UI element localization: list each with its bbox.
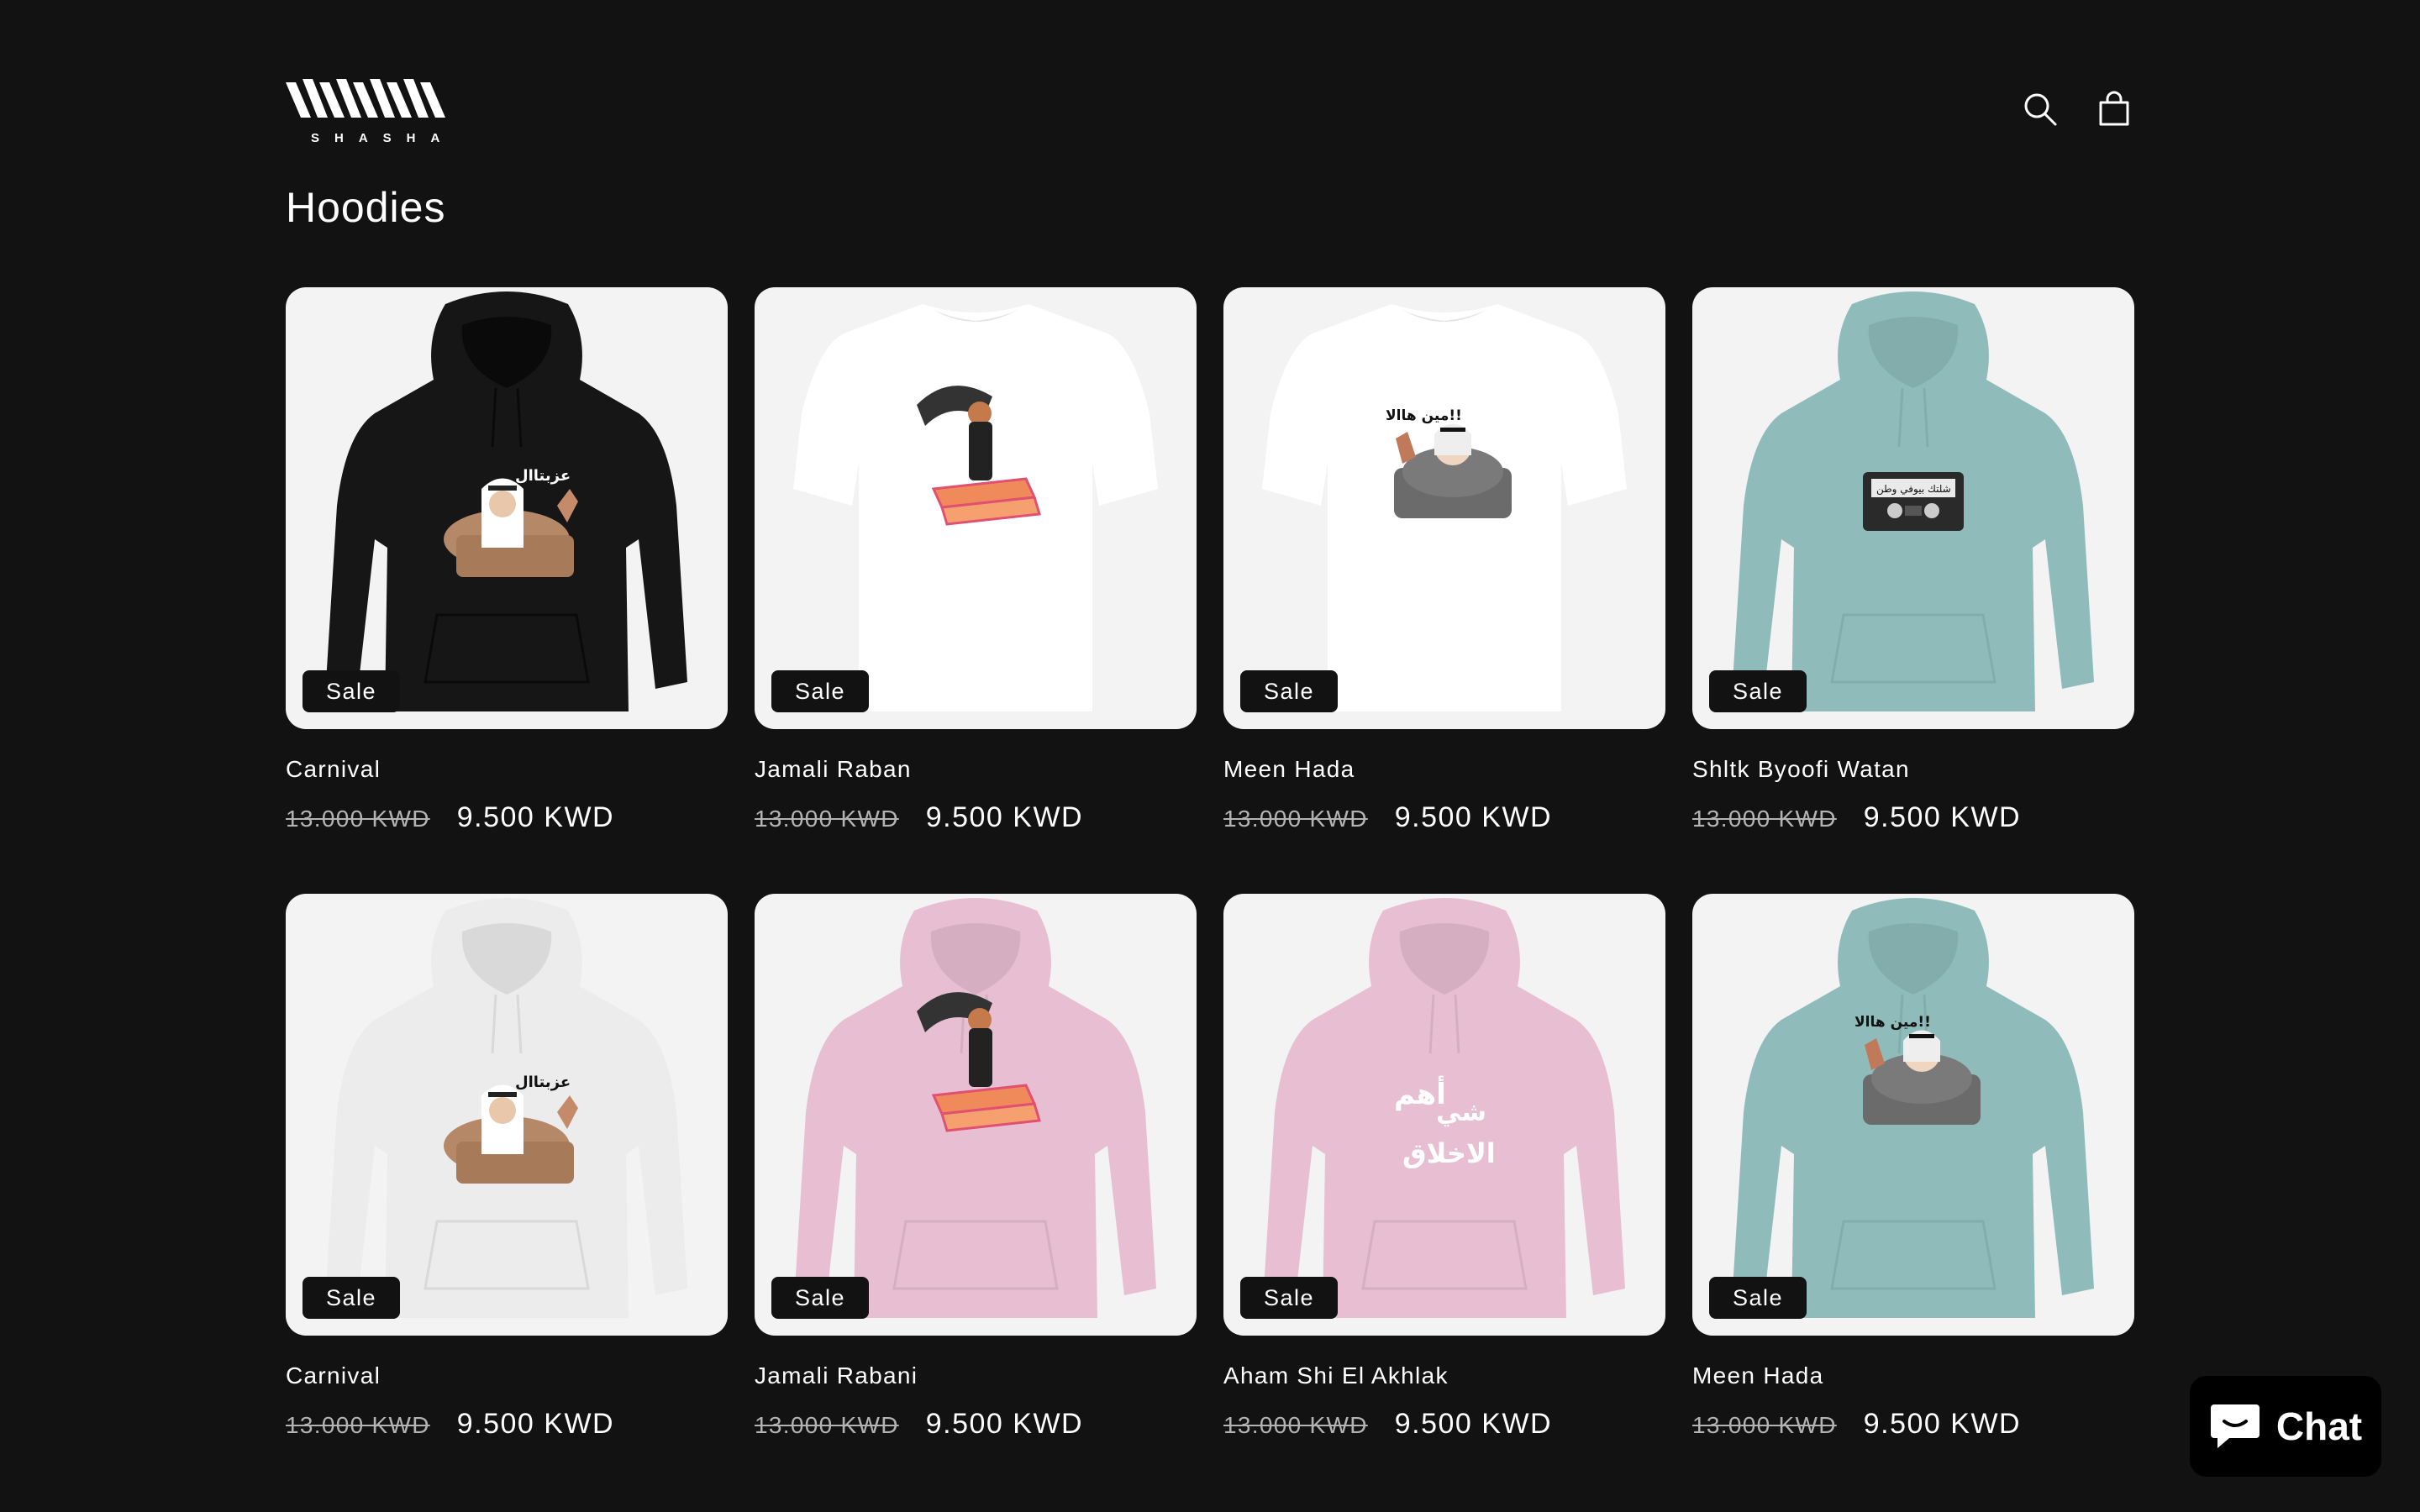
cart-icon bbox=[2099, 91, 2129, 126]
product-title[interactable]: Aham Shi El Akhlak bbox=[1223, 1362, 1449, 1389]
compare-at-price: 13.000 KWD bbox=[755, 1412, 899, 1438]
compare-at-price: 13.000 KWD bbox=[1692, 806, 1837, 832]
sale-price: 9.500 KWD bbox=[925, 801, 1084, 833]
product-card[interactable]: شلتك بيوفي وطن Sale Shltk Byoofi Watan 1… bbox=[1692, 287, 2134, 833]
sale-price: 9.500 KWD bbox=[1863, 801, 2022, 833]
price-row: 13.000 KWD 9.500 KWD bbox=[1692, 1408, 2021, 1441]
product-card[interactable]: Sale Jamali Raban 13.000 KWD 9.500 KWD bbox=[755, 287, 1197, 833]
product-card[interactable]: عزبتاال Sale Carnival 13.000 KWD 9.500 K… bbox=[286, 894, 728, 1440]
price-row: 13.000 KWD 9.500 KWD bbox=[755, 801, 1083, 834]
search-button[interactable] bbox=[2020, 89, 2060, 129]
svg-text:شلتك بيوفي وطن: شلتك بيوفي وطن bbox=[1876, 483, 1951, 496]
product-image: عزبتاال bbox=[326, 898, 687, 1318]
price-row: 13.000 KWD 9.500 KWD bbox=[1223, 801, 1552, 834]
compare-at-price: 13.000 KWD bbox=[286, 806, 430, 832]
product-card[interactable]: مين هاالا!! Sale Meen Hada 13.000 KWD 9.… bbox=[1223, 287, 1665, 833]
sale-price: 9.500 KWD bbox=[456, 801, 615, 833]
sale-price: 9.500 KWD bbox=[1394, 801, 1553, 833]
product-media[interactable]: عزبتاال Sale bbox=[286, 894, 728, 1336]
price-row: 13.000 KWD 9.500 KWD bbox=[286, 801, 614, 834]
product-grid: عزبتاال Sale Carnival 13.000 KWD 9.500 K… bbox=[286, 287, 2134, 1440]
price-row: 13.000 KWD 9.500 KWD bbox=[1223, 1408, 1552, 1441]
product-image: مين هاالا!! bbox=[1262, 304, 1627, 711]
compare-at-price: 13.000 KWD bbox=[286, 1412, 430, 1438]
product-media[interactable]: شلتك بيوفي وطن Sale bbox=[1692, 287, 2134, 729]
sale-price: 9.500 KWD bbox=[1394, 1408, 1553, 1440]
product-title[interactable]: Jamali Rabani bbox=[755, 1362, 918, 1389]
chat-label: Chat bbox=[2275, 1404, 2363, 1448]
brand-logo-mark bbox=[286, 79, 445, 118]
product-media[interactable]: مين هاالا!! Sale bbox=[1223, 287, 1665, 729]
product-image: مين هاالا!! bbox=[1733, 898, 2094, 1318]
brand-logo-text: SHASHA bbox=[311, 131, 455, 145]
compare-at-price: 13.000 KWD bbox=[1223, 806, 1368, 832]
header-actions bbox=[2020, 89, 2134, 129]
product-title[interactable]: Meen Hada bbox=[1692, 1362, 1823, 1389]
sale-badge: Sale bbox=[1240, 1277, 1339, 1319]
svg-text:عزبتاال: عزبتاال bbox=[515, 1074, 571, 1091]
product-title[interactable]: Carnival bbox=[286, 756, 381, 783]
product-title[interactable]: Carnival bbox=[286, 1362, 381, 1389]
svg-text:عزبتاال: عزبتاال bbox=[515, 467, 571, 485]
brand-logo[interactable]: SHASHA bbox=[286, 76, 454, 151]
svg-text:الاخلاق: الاخلاق bbox=[1402, 1137, 1496, 1169]
sale-price: 9.500 KWD bbox=[925, 1408, 1084, 1440]
compare-at-price: 13.000 KWD bbox=[1223, 1412, 1368, 1438]
product-media[interactable]: مين هاالا!! Sale bbox=[1692, 894, 2134, 1336]
product-image: عزبتاال bbox=[326, 291, 687, 711]
product-image: أهم شي الاخلاق bbox=[1264, 898, 1625, 1318]
price-row: 13.000 KWD 9.500 KWD bbox=[1692, 801, 2021, 834]
price-row: 13.000 KWD 9.500 KWD bbox=[755, 1408, 1083, 1441]
svg-text:مين هاالا!!: مين هاالا!! bbox=[1854, 1014, 1931, 1031]
svg-text:شي: شي bbox=[1436, 1098, 1486, 1127]
sale-badge: Sale bbox=[302, 670, 401, 712]
chat-bubble-icon bbox=[2210, 1404, 2260, 1448]
product-image bbox=[793, 304, 1158, 711]
site-header: SHASHA bbox=[286, 76, 2134, 151]
product-media[interactable]: Sale bbox=[755, 287, 1197, 729]
sale-badge: Sale bbox=[771, 670, 870, 712]
product-image: شلتك بيوفي وطن bbox=[1733, 291, 2094, 711]
sale-badge: Sale bbox=[771, 1277, 870, 1319]
product-card[interactable]: Sale Jamali Rabani 13.000 KWD 9.500 KWD bbox=[755, 894, 1197, 1440]
collection-title: Hoodies bbox=[286, 184, 446, 231]
cart-button[interactable] bbox=[2094, 89, 2134, 129]
product-media[interactable]: Sale bbox=[755, 894, 1197, 1336]
compare-at-price: 13.000 KWD bbox=[1692, 1412, 1837, 1438]
sale-price: 9.500 KWD bbox=[1863, 1408, 2022, 1440]
product-card[interactable]: أهم شي الاخلاق Sale Aham Shi El Akhlak 1… bbox=[1223, 894, 1665, 1440]
svg-text:مين هاالا!!: مين هاالا!! bbox=[1386, 407, 1462, 424]
sale-badge: Sale bbox=[302, 1277, 401, 1319]
sale-badge: Sale bbox=[1240, 670, 1339, 712]
chat-button[interactable]: Chat bbox=[2190, 1376, 2381, 1477]
product-media[interactable]: أهم شي الاخلاق Sale bbox=[1223, 894, 1665, 1336]
product-media[interactable]: عزبتاال Sale bbox=[286, 287, 728, 729]
compare-at-price: 13.000 KWD bbox=[755, 806, 899, 832]
price-row: 13.000 KWD 9.500 KWD bbox=[286, 1408, 614, 1441]
sale-price: 9.500 KWD bbox=[456, 1408, 615, 1440]
product-title[interactable]: Shltk Byoofi Watan bbox=[1692, 756, 1910, 783]
product-image bbox=[795, 898, 1156, 1318]
product-card[interactable]: عزبتاال Sale Carnival 13.000 KWD 9.500 K… bbox=[286, 287, 728, 833]
product-title[interactable]: Meen Hada bbox=[1223, 756, 1355, 783]
sale-badge: Sale bbox=[1709, 1277, 1807, 1319]
product-card[interactable]: مين هاالا!! Sale Meen Hada 13.000 KWD 9.… bbox=[1692, 894, 2134, 1440]
product-title[interactable]: Jamali Raban bbox=[755, 756, 912, 783]
search-icon bbox=[2024, 93, 2057, 126]
sale-badge: Sale bbox=[1709, 670, 1807, 712]
